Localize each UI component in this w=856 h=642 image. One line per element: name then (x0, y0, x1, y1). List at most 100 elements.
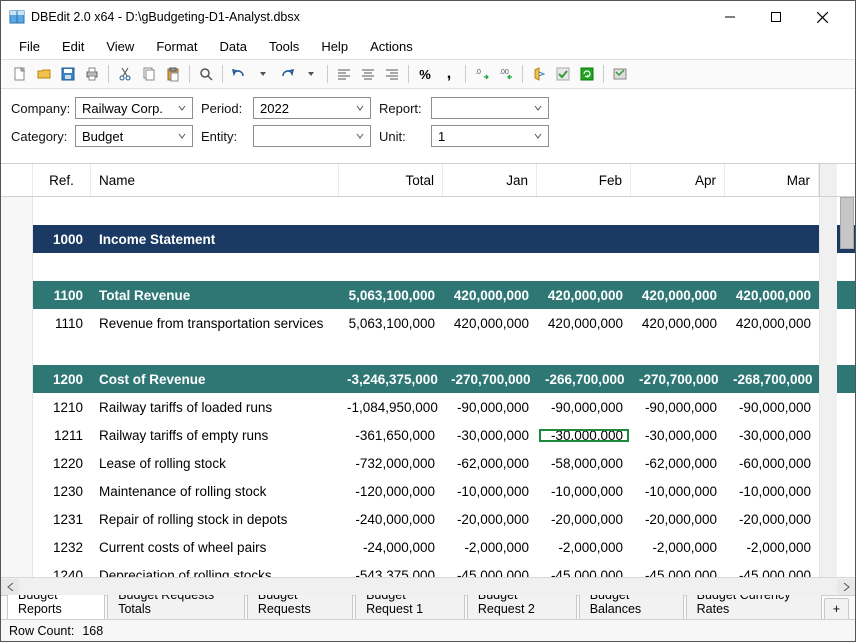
cell-value[interactable] (725, 197, 819, 225)
increase-decimal-icon[interactable]: .0 (471, 63, 493, 85)
cell-value[interactable]: -45,000,000 (443, 568, 537, 578)
column-total[interactable]: Total (339, 164, 443, 196)
cell-value[interactable]: 5,063,100,000 (339, 316, 443, 331)
column-gutter[interactable] (1, 164, 33, 196)
menu-file[interactable]: File (9, 36, 50, 57)
cell-value[interactable] (443, 337, 537, 365)
copy-icon[interactable] (138, 63, 160, 85)
table-row[interactable]: 1220Lease of rolling stock-732,000,000-6… (1, 449, 855, 477)
cell-value[interactable]: -30,000,000 (443, 428, 537, 443)
cell-value[interactable]: -543,375,000 (339, 568, 443, 578)
cell-value[interactable]: 420,000,000 (537, 288, 631, 303)
cell-value[interactable]: -266,700,000 (537, 372, 631, 387)
cell-name[interactable]: Lease of rolling stock (91, 456, 339, 471)
report-combo[interactable] (431, 97, 549, 119)
column-apr[interactable]: Apr (631, 164, 725, 196)
cell-value[interactable] (631, 253, 725, 281)
validate-icon[interactable] (552, 63, 574, 85)
cell-value[interactable]: -3,246,375,000 (339, 372, 443, 387)
align-right-icon[interactable] (381, 63, 403, 85)
cell-name[interactable]: Railway tariffs of loaded runs (91, 400, 339, 415)
cell-value[interactable]: 420,000,000 (725, 316, 819, 331)
cell-name[interactable]: Repair of rolling stock in depots (91, 512, 339, 527)
cell-name[interactable] (91, 253, 339, 281)
cell-value[interactable]: -30,000,000 (631, 428, 725, 443)
table-row[interactable] (1, 337, 855, 365)
column-name[interactable]: Name (91, 164, 339, 196)
menu-format[interactable]: Format (146, 36, 207, 57)
cell-value[interactable]: -90,000,000 (725, 400, 819, 415)
table-row[interactable]: 1230Maintenance of rolling stock-120,000… (1, 477, 855, 505)
cell-value[interactable]: -2,000,000 (443, 540, 537, 555)
entity-combo[interactable] (253, 125, 371, 147)
cell-ref[interactable]: 1200 (33, 372, 91, 387)
row-gutter[interactable] (1, 533, 33, 561)
redo-dropdown-icon[interactable] (300, 63, 322, 85)
cell-value[interactable]: -90,000,000 (631, 400, 725, 415)
cell-value[interactable]: 420,000,000 (725, 288, 819, 303)
cell-value[interactable]: -20,000,000 (537, 512, 631, 527)
cell-value[interactable] (537, 253, 631, 281)
vertical-scroll-thumb[interactable] (840, 197, 854, 249)
align-center-icon[interactable] (357, 63, 379, 85)
cell-name[interactable]: Maintenance of rolling stock (91, 484, 339, 499)
cell-value[interactable]: -732,000,000 (339, 456, 443, 471)
cell-value[interactable]: -10,000,000 (537, 484, 631, 499)
paste-icon[interactable] (162, 63, 184, 85)
cell-name[interactable]: Revenue from transportation services (91, 316, 339, 331)
minimize-button[interactable] (707, 2, 753, 32)
row-gutter[interactable] (1, 477, 33, 505)
cell-value[interactable] (631, 337, 725, 365)
company-combo[interactable]: Railway Corp. (75, 97, 193, 119)
cell-ref[interactable]: 1211 (33, 428, 91, 443)
cell-value[interactable]: -10,000,000 (725, 484, 819, 499)
table-row[interactable]: 1232Current costs of wheel pairs-24,000,… (1, 533, 855, 561)
open-icon[interactable] (33, 63, 55, 85)
cell-value[interactable] (339, 197, 443, 225)
cell-value[interactable]: 420,000,000 (631, 316, 725, 331)
table-row[interactable]: 1211Railway tariffs of empty runs-361,65… (1, 421, 855, 449)
row-gutter[interactable] (1, 365, 33, 393)
cell-value[interactable] (443, 253, 537, 281)
cell-ref[interactable] (33, 337, 91, 365)
cell-ref[interactable]: 1230 (33, 484, 91, 499)
table-row[interactable]: 1231Repair of rolling stock in depots-24… (1, 505, 855, 533)
cell-value[interactable]: -270,700,000 (631, 372, 725, 387)
horizontal-scrollbar[interactable] (1, 577, 855, 595)
table-row[interactable]: 1100Total Revenue5,063,100,000 420,000,00… (1, 281, 855, 309)
cell-value[interactable]: -20,000,000 (725, 512, 819, 527)
cell-name[interactable] (91, 197, 339, 225)
unit-combo[interactable]: 1 (431, 125, 549, 147)
menu-tools[interactable]: Tools (259, 36, 309, 57)
menu-data[interactable]: Data (209, 36, 256, 57)
run-query-icon[interactable] (528, 63, 550, 85)
column-feb[interactable]: Feb (537, 164, 631, 196)
period-combo[interactable]: 2022 (253, 97, 371, 119)
cell-value[interactable]: -62,000,000 (631, 456, 725, 471)
grid-body[interactable]: 1000Income Statement1100Total Revenue5,0… (1, 197, 855, 577)
close-button[interactable] (799, 2, 845, 32)
cell-value[interactable] (339, 253, 443, 281)
row-gutter[interactable] (1, 281, 33, 309)
cell-value[interactable]: -30,000,000 (725, 428, 819, 443)
comma-format-icon[interactable]: , (438, 63, 460, 85)
cell-value[interactable]: -2,000,000 (537, 540, 631, 555)
cell-value[interactable]: -58,000,000 (537, 456, 631, 471)
cell-value[interactable]: -268,700,000 (725, 372, 819, 387)
cell-value[interactable]: -270,700,000 (443, 372, 537, 387)
cell-ref[interactable]: 1100 (33, 288, 91, 303)
category-combo[interactable]: Budget (75, 125, 193, 147)
cell-ref[interactable]: 1210 (33, 400, 91, 415)
cell-value[interactable]: 420,000,000 (537, 316, 631, 331)
cell-ref[interactable] (33, 253, 91, 281)
cell-value[interactable]: -20,000,000 (443, 512, 537, 527)
cell-value[interactable]: -2,000,000 (631, 540, 725, 555)
cell-name[interactable]: Total Revenue (91, 288, 339, 303)
row-gutter[interactable] (1, 225, 33, 253)
cell-ref[interactable]: 1000 (33, 232, 91, 247)
cell-value[interactable] (725, 337, 819, 365)
row-gutter[interactable] (1, 337, 33, 365)
menu-help[interactable]: Help (311, 36, 358, 57)
cell-value[interactable]: -24,000,000 (339, 540, 443, 555)
cell-value[interactable]: 5,063,100,000 (339, 288, 443, 303)
